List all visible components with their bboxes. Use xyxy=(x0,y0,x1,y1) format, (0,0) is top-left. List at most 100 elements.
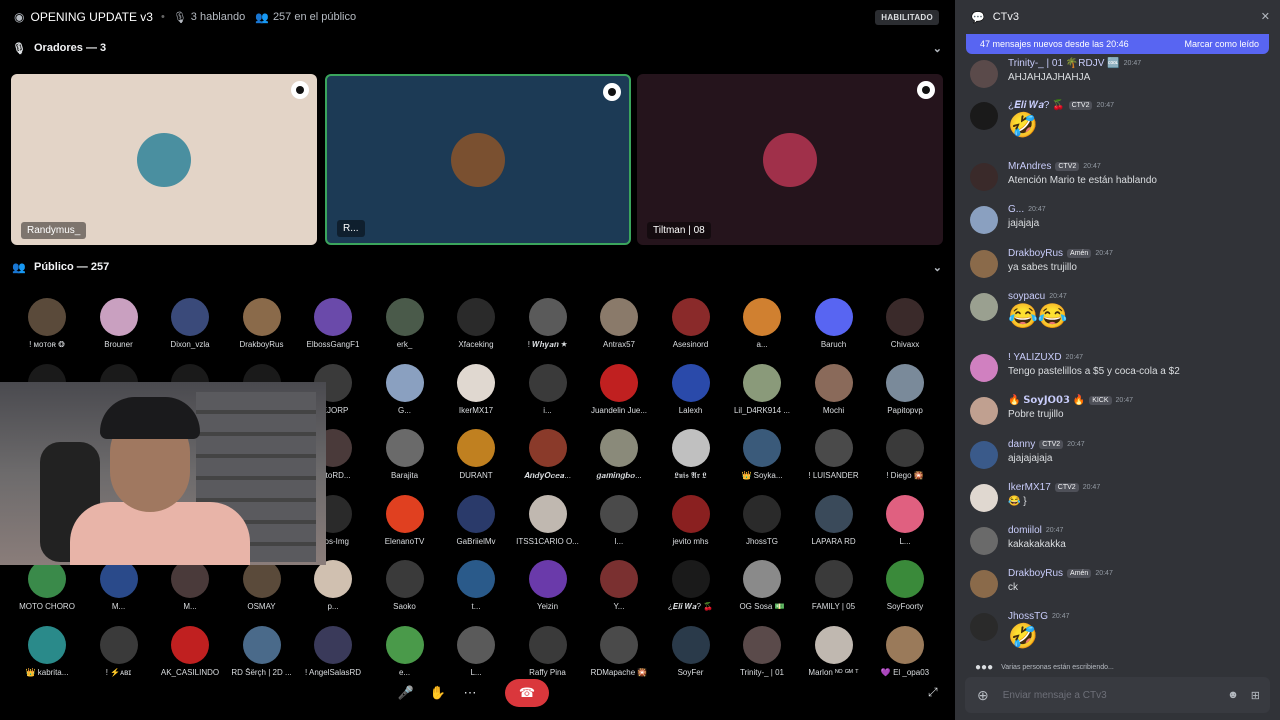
audience-member[interactable]: Saoko xyxy=(370,552,440,614)
audience-member[interactable]: ! 𝑾𝒉𝒚𝒂𝒏 ★ xyxy=(513,290,583,352)
audience-member[interactable]: jevito mhs xyxy=(656,487,726,549)
audience-member[interactable]: RD Šërçh | 2D ... xyxy=(227,618,297,680)
chevron-down-icon[interactable]: ⌄ xyxy=(933,42,942,55)
audience-member[interactable]: FAMILY | 05 xyxy=(799,552,869,614)
apps-icon[interactable]: ⊞ xyxy=(1251,689,1260,702)
audience-member[interactable]: ! Diego 🎇 xyxy=(870,421,940,483)
leave-stage-button[interactable]: ☎ xyxy=(505,679,549,707)
author-name[interactable]: 🔥 𝗦𝗼𝘆𝗝𝗢𝟬𝟯 🔥 xyxy=(1008,395,1085,406)
more-options-icon[interactable]: ⋯ xyxy=(459,682,481,704)
audience-member[interactable]: t... xyxy=(441,552,511,614)
audience-member[interactable]: 𝑨𝒏𝒅𝒚𝑶𝒄𝒆𝒂... xyxy=(513,421,583,483)
audience-member[interactable]: Asesinord xyxy=(656,290,726,352)
chevron-down-icon[interactable]: ⌄ xyxy=(933,261,942,274)
author-name[interactable]: ! YALIZUXD xyxy=(1008,352,1062,363)
avatar[interactable] xyxy=(970,570,998,598)
audience-member[interactable]: Juandelin Jue... xyxy=(584,356,654,418)
emoji-icon[interactable]: ☻ xyxy=(1227,689,1239,702)
audience-member[interactable]: Barajita xyxy=(370,421,440,483)
audience-member[interactable]: DURANT xyxy=(441,421,511,483)
avatar[interactable] xyxy=(970,354,998,382)
audience-member[interactable]: Lalexh xyxy=(656,356,726,418)
audience-member[interactable]: Papitopvp xyxy=(870,356,940,418)
add-attachment-icon[interactable]: ⊕ xyxy=(977,687,989,704)
author-name[interactable]: JhossTG xyxy=(1008,611,1048,622)
new-messages-banner[interactable]: 47 mensajes nuevos desde las 20:46 Marca… xyxy=(966,34,1269,54)
audience-member[interactable]: AK_CASILINDO xyxy=(155,618,225,680)
audience-member[interactable]: Raffy Pina xyxy=(513,618,583,680)
speaker-tile[interactable]: R... xyxy=(325,74,631,245)
speakers-header[interactable]: 🎙 Oradores — 3 ⌄ xyxy=(12,37,942,59)
audience-member[interactable]: ¿𝑬𝒍𝒊 𝑾𝒂? 🍒 xyxy=(656,552,726,614)
avatar[interactable] xyxy=(970,250,998,278)
speaker-tile[interactable]: Tiltman | 08 xyxy=(637,74,943,245)
audience-member[interactable]: ElbossGangF1 xyxy=(298,290,368,352)
audience-member[interactable]: i... xyxy=(513,356,583,418)
author-name[interactable]: IkerMX17 xyxy=(1008,482,1051,493)
avatar[interactable] xyxy=(970,206,998,234)
avatar[interactable] xyxy=(970,163,998,191)
audience-member[interactable]: Marlon ᴺᴼ ᴳᴹ ᵀ xyxy=(799,618,869,680)
audience-member[interactable]: 𝕷𝖚𝖎𝖘 𝕬𝖗 𝕷 xyxy=(656,421,726,483)
audience-member[interactable]: Yeizin xyxy=(513,552,583,614)
author-name[interactable]: soypacu xyxy=(1008,291,1045,302)
audience-member[interactable]: RDMapache 🎇 xyxy=(584,618,654,680)
audience-member[interactable]: G... xyxy=(370,356,440,418)
avatar[interactable] xyxy=(970,397,998,425)
audience-member[interactable]: ElenanoTV xyxy=(370,487,440,549)
audience-member[interactable]: SoyFoorty xyxy=(870,552,940,614)
audience-member[interactable]: IkerMX17 xyxy=(441,356,511,418)
audience-member[interactable]: SoyFer xyxy=(656,618,726,680)
avatar[interactable] xyxy=(970,60,998,88)
audience-member[interactable]: LAPARA RD xyxy=(799,487,869,549)
audience-member[interactable]: Trinity-_ | 01 xyxy=(727,618,797,680)
audience-member[interactable]: 𝒈𝒂𝒎𝒊𝒏𝒈𝒃𝒐... xyxy=(584,421,654,483)
audience-member[interactable]: l... xyxy=(584,487,654,549)
author-name[interactable]: ¿𝑬𝒍𝒊 𝑾𝒂? 🍒 xyxy=(1008,100,1065,111)
audience-member[interactable]: Lil_D4RK914 ... xyxy=(727,356,797,418)
audience-member[interactable]: ITSS1CARIO O... xyxy=(513,487,583,549)
author-name[interactable]: Trinity-_ | 01 🌴RDJV 🆒 xyxy=(1008,58,1120,69)
audience-member[interactable]: ! LUISANDER xyxy=(799,421,869,483)
audience-member[interactable]: Dixon_vzla xyxy=(155,290,225,352)
audience-member[interactable]: 👑 Soyka... xyxy=(727,421,797,483)
mark-as-read-link[interactable]: Marcar como leído xyxy=(1184,39,1259,49)
audience-member[interactable]: L... xyxy=(441,618,511,680)
audience-member[interactable]: e... xyxy=(370,618,440,680)
avatar[interactable] xyxy=(970,293,998,321)
avatar[interactable] xyxy=(970,527,998,555)
composer-placeholder[interactable]: Enviar mensaje a CTv3 xyxy=(1003,690,1107,701)
audience-member[interactable]: Baruch xyxy=(799,290,869,352)
message-composer[interactable]: ⊕ Enviar mensaje a CTv3 ☻ ⊞ xyxy=(965,677,1270,713)
audience-member[interactable]: DrakboyRus xyxy=(227,290,297,352)
author-name[interactable]: domiilol xyxy=(1008,525,1042,536)
audience-member[interactable]: erk_ xyxy=(370,290,440,352)
audience-member[interactable]: OG Sosa 💵 xyxy=(727,552,797,614)
audience-member[interactable]: Chivaxx xyxy=(870,290,940,352)
audience-member[interactable]: Antrax57 xyxy=(584,290,654,352)
author-name[interactable]: MrAndres xyxy=(1008,161,1051,172)
raise-hand-icon[interactable]: ✋ xyxy=(427,682,449,704)
audience-member[interactable]: 👑 kabrita... xyxy=(12,618,82,680)
avatar[interactable] xyxy=(970,484,998,512)
mute-icon[interactable]: 🎤 xyxy=(395,682,417,704)
audience-member[interactable]: Mochi xyxy=(799,356,869,418)
audience-header[interactable]: 👥 Público — 257 ⌄ xyxy=(12,256,942,278)
author-name[interactable]: danny xyxy=(1008,439,1035,450)
audience-member[interactable]: L... xyxy=(870,487,940,549)
author-name[interactable]: DrakboyRus xyxy=(1008,568,1063,579)
audience-member[interactable]: Y... xyxy=(584,552,654,614)
author-name[interactable]: DrakboyRus xyxy=(1008,248,1063,259)
avatar[interactable] xyxy=(970,613,998,641)
audience-member[interactable]: Xfaceking xyxy=(441,290,511,352)
audience-member[interactable]: GaBriielMv xyxy=(441,487,511,549)
avatar[interactable] xyxy=(970,102,998,130)
close-icon[interactable]: ✕ xyxy=(1261,10,1270,23)
audience-member[interactable]: ! ᴍᴏᴛᴏʀ ❂ xyxy=(12,290,82,352)
audience-member[interactable]: ! AngelSalasRD xyxy=(298,618,368,680)
audience-member[interactable]: 💜 El _opa03 xyxy=(870,618,940,680)
fullscreen-icon[interactable]: ⤢ xyxy=(928,685,938,700)
audience-member[interactable]: Brouner xyxy=(84,290,154,352)
speaker-tile[interactable]: Randymus_ xyxy=(11,74,317,245)
audience-member[interactable]: JhossTG xyxy=(727,487,797,549)
